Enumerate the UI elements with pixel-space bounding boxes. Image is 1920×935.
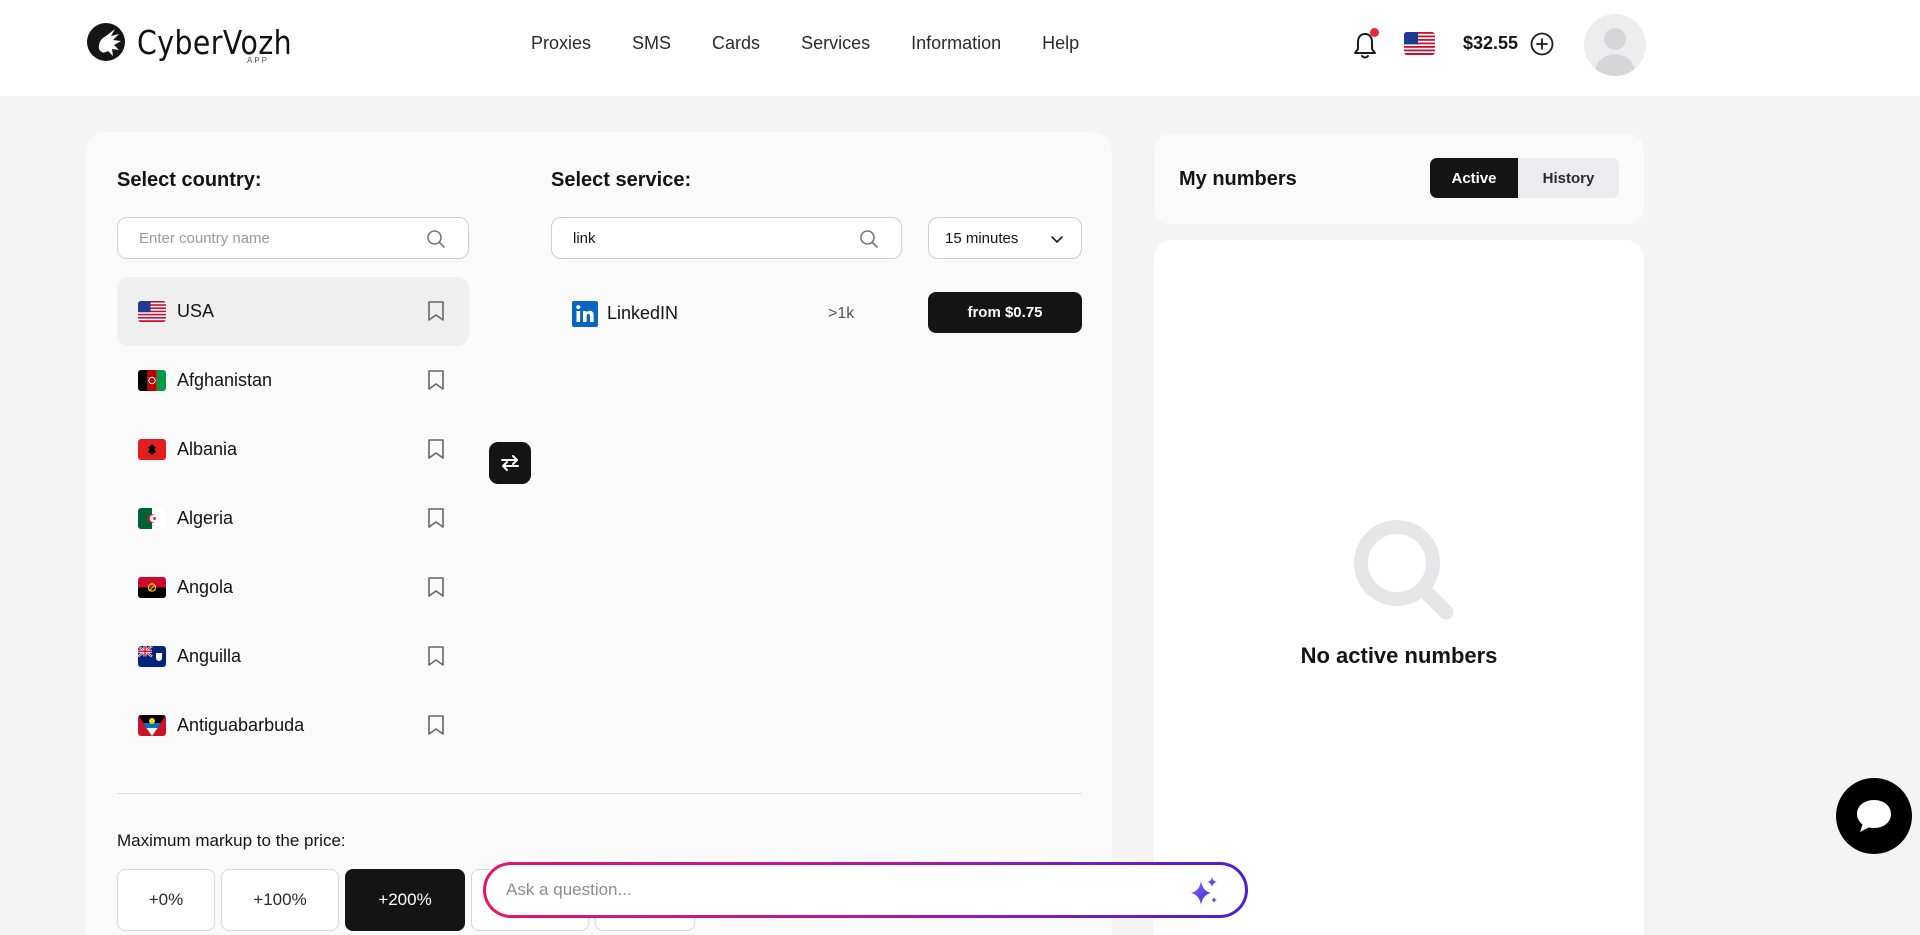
nav-information[interactable]: Information xyxy=(911,33,1001,54)
swap-button[interactable] xyxy=(489,442,531,484)
country-item-antiguabarbuda[interactable]: Antiguabarbuda xyxy=(117,691,469,760)
service-section-title: Select service: xyxy=(551,169,692,191)
country-name: Algeria xyxy=(177,508,234,528)
country-name: Antiguabarbuda xyxy=(177,715,305,735)
country-name: Angola xyxy=(177,577,234,597)
us-flag-icon xyxy=(138,301,166,322)
bookmark-icon[interactable] xyxy=(427,507,445,529)
bookmark-icon[interactable] xyxy=(427,714,445,736)
logo[interactable]: CyberVozh xyxy=(86,22,317,62)
buy-service-button[interactable]: from $0.75 xyxy=(928,292,1082,333)
user-avatar-icon[interactable] xyxy=(1584,14,1646,76)
algeria-flag-icon xyxy=(138,508,166,529)
nav-services[interactable]: Services xyxy=(801,33,870,54)
main-nav: Proxies SMS Cards Services Information H… xyxy=(531,33,1120,54)
order-panel: Select country: USA Afghanistan xyxy=(86,132,1112,935)
country-name: USA xyxy=(177,301,215,321)
magnifier-icon xyxy=(1354,520,1454,620)
service-item-linkedin[interactable]: LinkedIN >1k from $0.75 xyxy=(552,292,1082,334)
service-name: LinkedIN xyxy=(607,303,679,323)
numbers-tabs: Active History xyxy=(1430,158,1619,198)
tab-history[interactable]: History xyxy=(1518,158,1619,198)
duration-select[interactable]: 15 minutes xyxy=(928,217,1082,259)
support-chat-button[interactable] xyxy=(1836,778,1912,854)
bookmark-icon[interactable] xyxy=(427,645,445,667)
tab-active[interactable]: Active xyxy=(1430,158,1518,198)
bookmark-icon[interactable] xyxy=(427,438,445,460)
country-item-afghanistan[interactable]: Afghanistan xyxy=(117,346,469,415)
search-icon[interactable] xyxy=(426,229,446,249)
nav-proxies[interactable]: Proxies xyxy=(531,33,591,54)
afghanistan-flag-icon xyxy=(138,370,166,391)
duration-value: 15 minutes xyxy=(945,229,1019,247)
country-search[interactable] xyxy=(117,217,469,259)
country-item-angola[interactable]: Angola xyxy=(117,553,469,622)
swap-arrows-icon xyxy=(501,455,519,471)
markup-option-100[interactable]: +100% xyxy=(221,869,339,931)
country-list: USA Afghanistan Albania Algeria Angola A… xyxy=(117,277,469,760)
markup-option-200[interactable]: +200% xyxy=(345,869,465,931)
nav-sms[interactable]: SMS xyxy=(632,33,671,54)
notification-badge xyxy=(1370,28,1379,37)
top-header: CyberVozh APP Proxies SMS Cards Services… xyxy=(0,0,1920,96)
anguilla-flag-icon xyxy=(138,646,166,667)
my-numbers-title: My numbers xyxy=(1179,168,1297,190)
search-icon[interactable] xyxy=(859,229,879,249)
section-divider xyxy=(117,793,1082,794)
angola-flag-icon xyxy=(138,577,166,598)
service-search[interactable] xyxy=(551,217,902,259)
country-name: Anguilla xyxy=(177,646,242,666)
nav-help[interactable]: Help xyxy=(1042,33,1079,54)
logo-subtitle: APP xyxy=(247,56,270,65)
bookmark-icon[interactable] xyxy=(427,369,445,391)
avatar-silhouette-icon xyxy=(1594,28,1636,76)
linkedin-icon xyxy=(572,301,598,327)
country-name: Afghanistan xyxy=(177,370,273,390)
markup-option-0[interactable]: +0% xyxy=(117,869,215,931)
service-search-input[interactable] xyxy=(573,229,842,247)
sparkle-icon[interactable] xyxy=(1187,875,1221,909)
service-count: >1k xyxy=(828,305,855,322)
nav-cards[interactable]: Cards xyxy=(712,33,760,54)
logo-icon xyxy=(87,23,125,61)
chat-bubble-icon xyxy=(1857,800,1891,832)
markup-label: Maximum markup to the price: xyxy=(117,831,346,850)
ai-assistant-bar[interactable] xyxy=(483,862,1248,918)
country-section-title: Select country: xyxy=(117,169,262,191)
bookmark-icon[interactable] xyxy=(427,300,445,322)
ai-assistant-field[interactable] xyxy=(486,865,1245,915)
country-search-input[interactable] xyxy=(139,229,409,247)
albania-flag-icon xyxy=(138,439,166,460)
country-item-albania[interactable]: Albania xyxy=(117,415,469,484)
country-item-algeria[interactable]: Algeria xyxy=(117,484,469,553)
empty-state-text: No active numbers xyxy=(1300,643,1498,668)
bookmark-icon[interactable] xyxy=(427,576,445,598)
country-name: Albania xyxy=(177,439,238,459)
us-flag-icon[interactable] xyxy=(1404,32,1435,55)
antigua-flag-icon xyxy=(138,715,166,736)
my-numbers-header: My numbers Active History xyxy=(1154,134,1644,224)
country-item-anguilla[interactable]: Anguilla xyxy=(117,622,469,691)
plus-circle-icon[interactable] xyxy=(1530,32,1554,56)
ask-question-input[interactable] xyxy=(506,880,1135,900)
country-item-usa[interactable]: USA xyxy=(117,277,469,346)
chevron-down-icon xyxy=(1051,236,1063,243)
account-balance: $32.55 xyxy=(1463,33,1519,53)
my-numbers-list: No active numbers xyxy=(1154,240,1644,935)
